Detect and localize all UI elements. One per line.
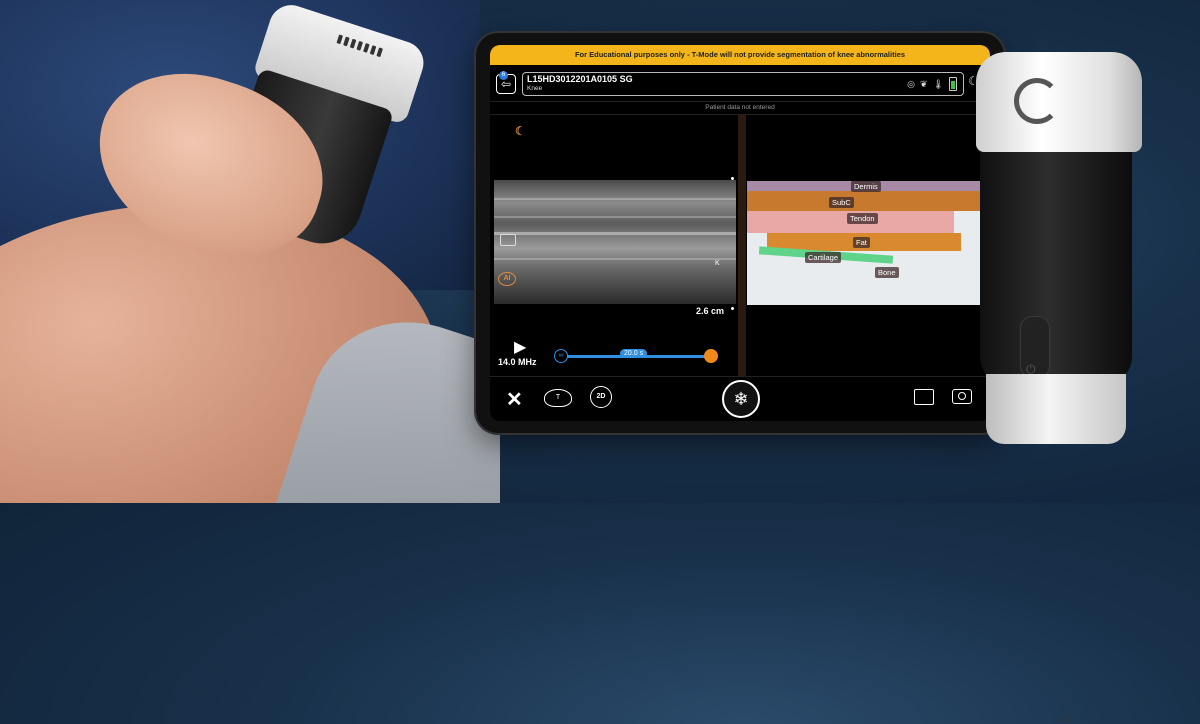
preset-button[interactable]: T [544,389,572,407]
depth-dot [731,307,734,310]
preset-label: Knee [527,85,543,92]
dermis-label: Dermis [851,181,881,192]
tablet-screen: For Educational purposes only - T-Mode w… [490,45,990,421]
cine-view-icon[interactable] [500,234,516,246]
timeline-knob[interactable] [704,349,718,363]
tissue-streak [494,232,736,235]
top-bar: ⇦ 6 L15HD3012201A0105 SG Knee ◎ ❦ 🌡 ☾ [490,71,990,99]
patient-notice: Patient data not entered [490,101,990,115]
clinical-photo [0,0,500,503]
ai-icon[interactable]: AI [498,272,516,286]
depth-readout: 2.6 cm [696,306,725,316]
bone-label: Bone [875,267,899,278]
probe-lens: L15 [986,374,1126,724]
ultrasound-image [494,180,736,304]
probe-model: L15 [1056,714,1072,724]
mode-2d-button[interactable]: 2D [590,386,612,408]
cartilage-label: Cartilage [805,252,842,263]
camera-icon[interactable] [952,389,972,404]
play-button[interactable]: ▶ [514,337,526,357]
bottom-toolbar: ✕ T 2D ❄ [490,376,990,421]
focus-marker: K [715,260,720,267]
leaf-icon: ❦ [920,78,928,89]
tendon-label: Tendon [847,213,878,224]
bmode-pane[interactable]: ☾ AI K 2.6 cm [490,114,737,364]
frequency-readout: 14.0 MHz [498,357,537,367]
probe-head [976,52,1142,152]
educational-banner: For Educational purposes only - T-Mode w… [490,45,990,65]
subc-layer [747,191,990,211]
tissue-streak [494,216,736,218]
ultrasound-probe: ⏻ L15 [976,52,1142,724]
close-icon[interactable]: ✕ [506,387,523,412]
probe-body: ⏻ [980,136,1132,386]
notification-badge: 6 [499,71,508,80]
tablet: For Educational purposes only - T-Mode w… [476,33,1004,433]
subc-label: SubC [829,197,854,208]
link-icon[interactable]: ∞ [554,349,568,363]
tissue-streak [494,198,736,200]
cine-time: 20.0 s [620,349,648,358]
exam-id: L15HD3012201A0105 SG [527,74,633,84]
battery-icon [949,77,957,91]
pane-divider [738,114,746,376]
snowflake-icon: ❄ [733,389,749,409]
patient-info-box[interactable]: L15HD3012201A0105 SG Knee ◎ ❦ 🌡 [522,72,964,96]
thermometer-icon: 🌡 [932,78,944,89]
brand-logo-icon: ☾ [515,124,526,138]
brand-logo-icon [1014,78,1060,124]
wireless-icon: ◎ [907,78,916,89]
tmode-pane[interactable]: Dermis SubC Tendon Fat Cartilage Bone [747,114,990,364]
probe-connector-pins [336,34,383,58]
fat-label: Fat [853,237,870,248]
film-icon[interactable] [914,389,934,405]
freeze-button[interactable]: ❄ [722,380,760,418]
tmode-segmentation: Dermis SubC Tendon Fat Cartilage Bone [747,181,990,305]
status-icons: ◎ ❦ 🌡 [907,77,957,91]
tissue-streak [494,258,736,260]
back-button[interactable]: ⇦ 6 [496,71,516,94]
depth-dot [731,177,734,180]
cine-timeline[interactable]: ∞ 20.0 s [554,349,718,363]
